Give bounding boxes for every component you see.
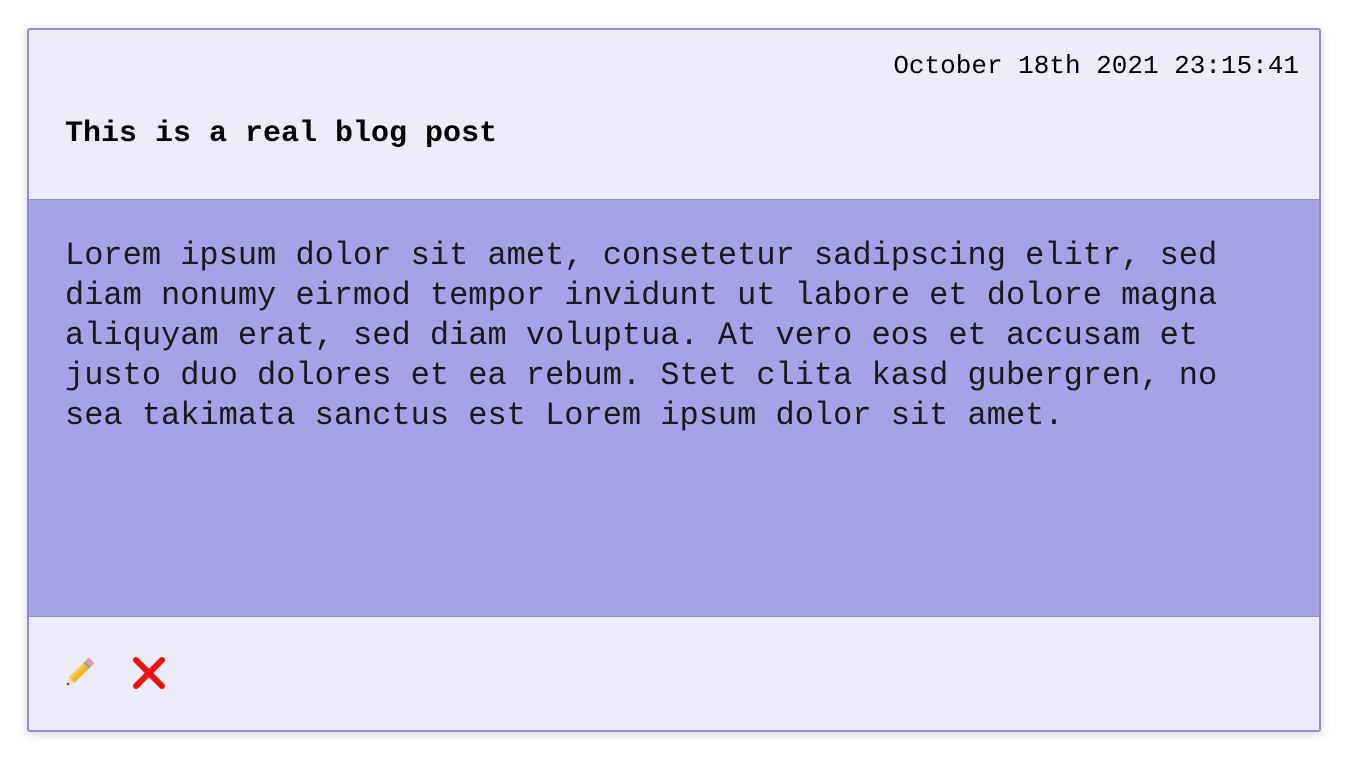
post-header: October 18th 2021 23:15:41 This is a rea… xyxy=(29,30,1319,200)
post-timestamp: October 18th 2021 23:15:41 xyxy=(893,51,1299,81)
blog-post-card: October 18th 2021 23:15:41 This is a rea… xyxy=(27,28,1321,732)
edit-post-button[interactable] xyxy=(59,653,99,693)
pencil-icon xyxy=(66,658,94,686)
post-body-text: Lorem ipsum dolor sit amet, consetetur s… xyxy=(65,237,1218,434)
post-title: This is a real blog post xyxy=(65,117,498,151)
cross-mark-icon xyxy=(133,657,165,689)
delete-post-button[interactable] xyxy=(129,653,169,693)
post-actions xyxy=(29,617,1319,730)
post-body: Lorem ipsum dolor sit amet, consetetur s… xyxy=(29,200,1319,617)
